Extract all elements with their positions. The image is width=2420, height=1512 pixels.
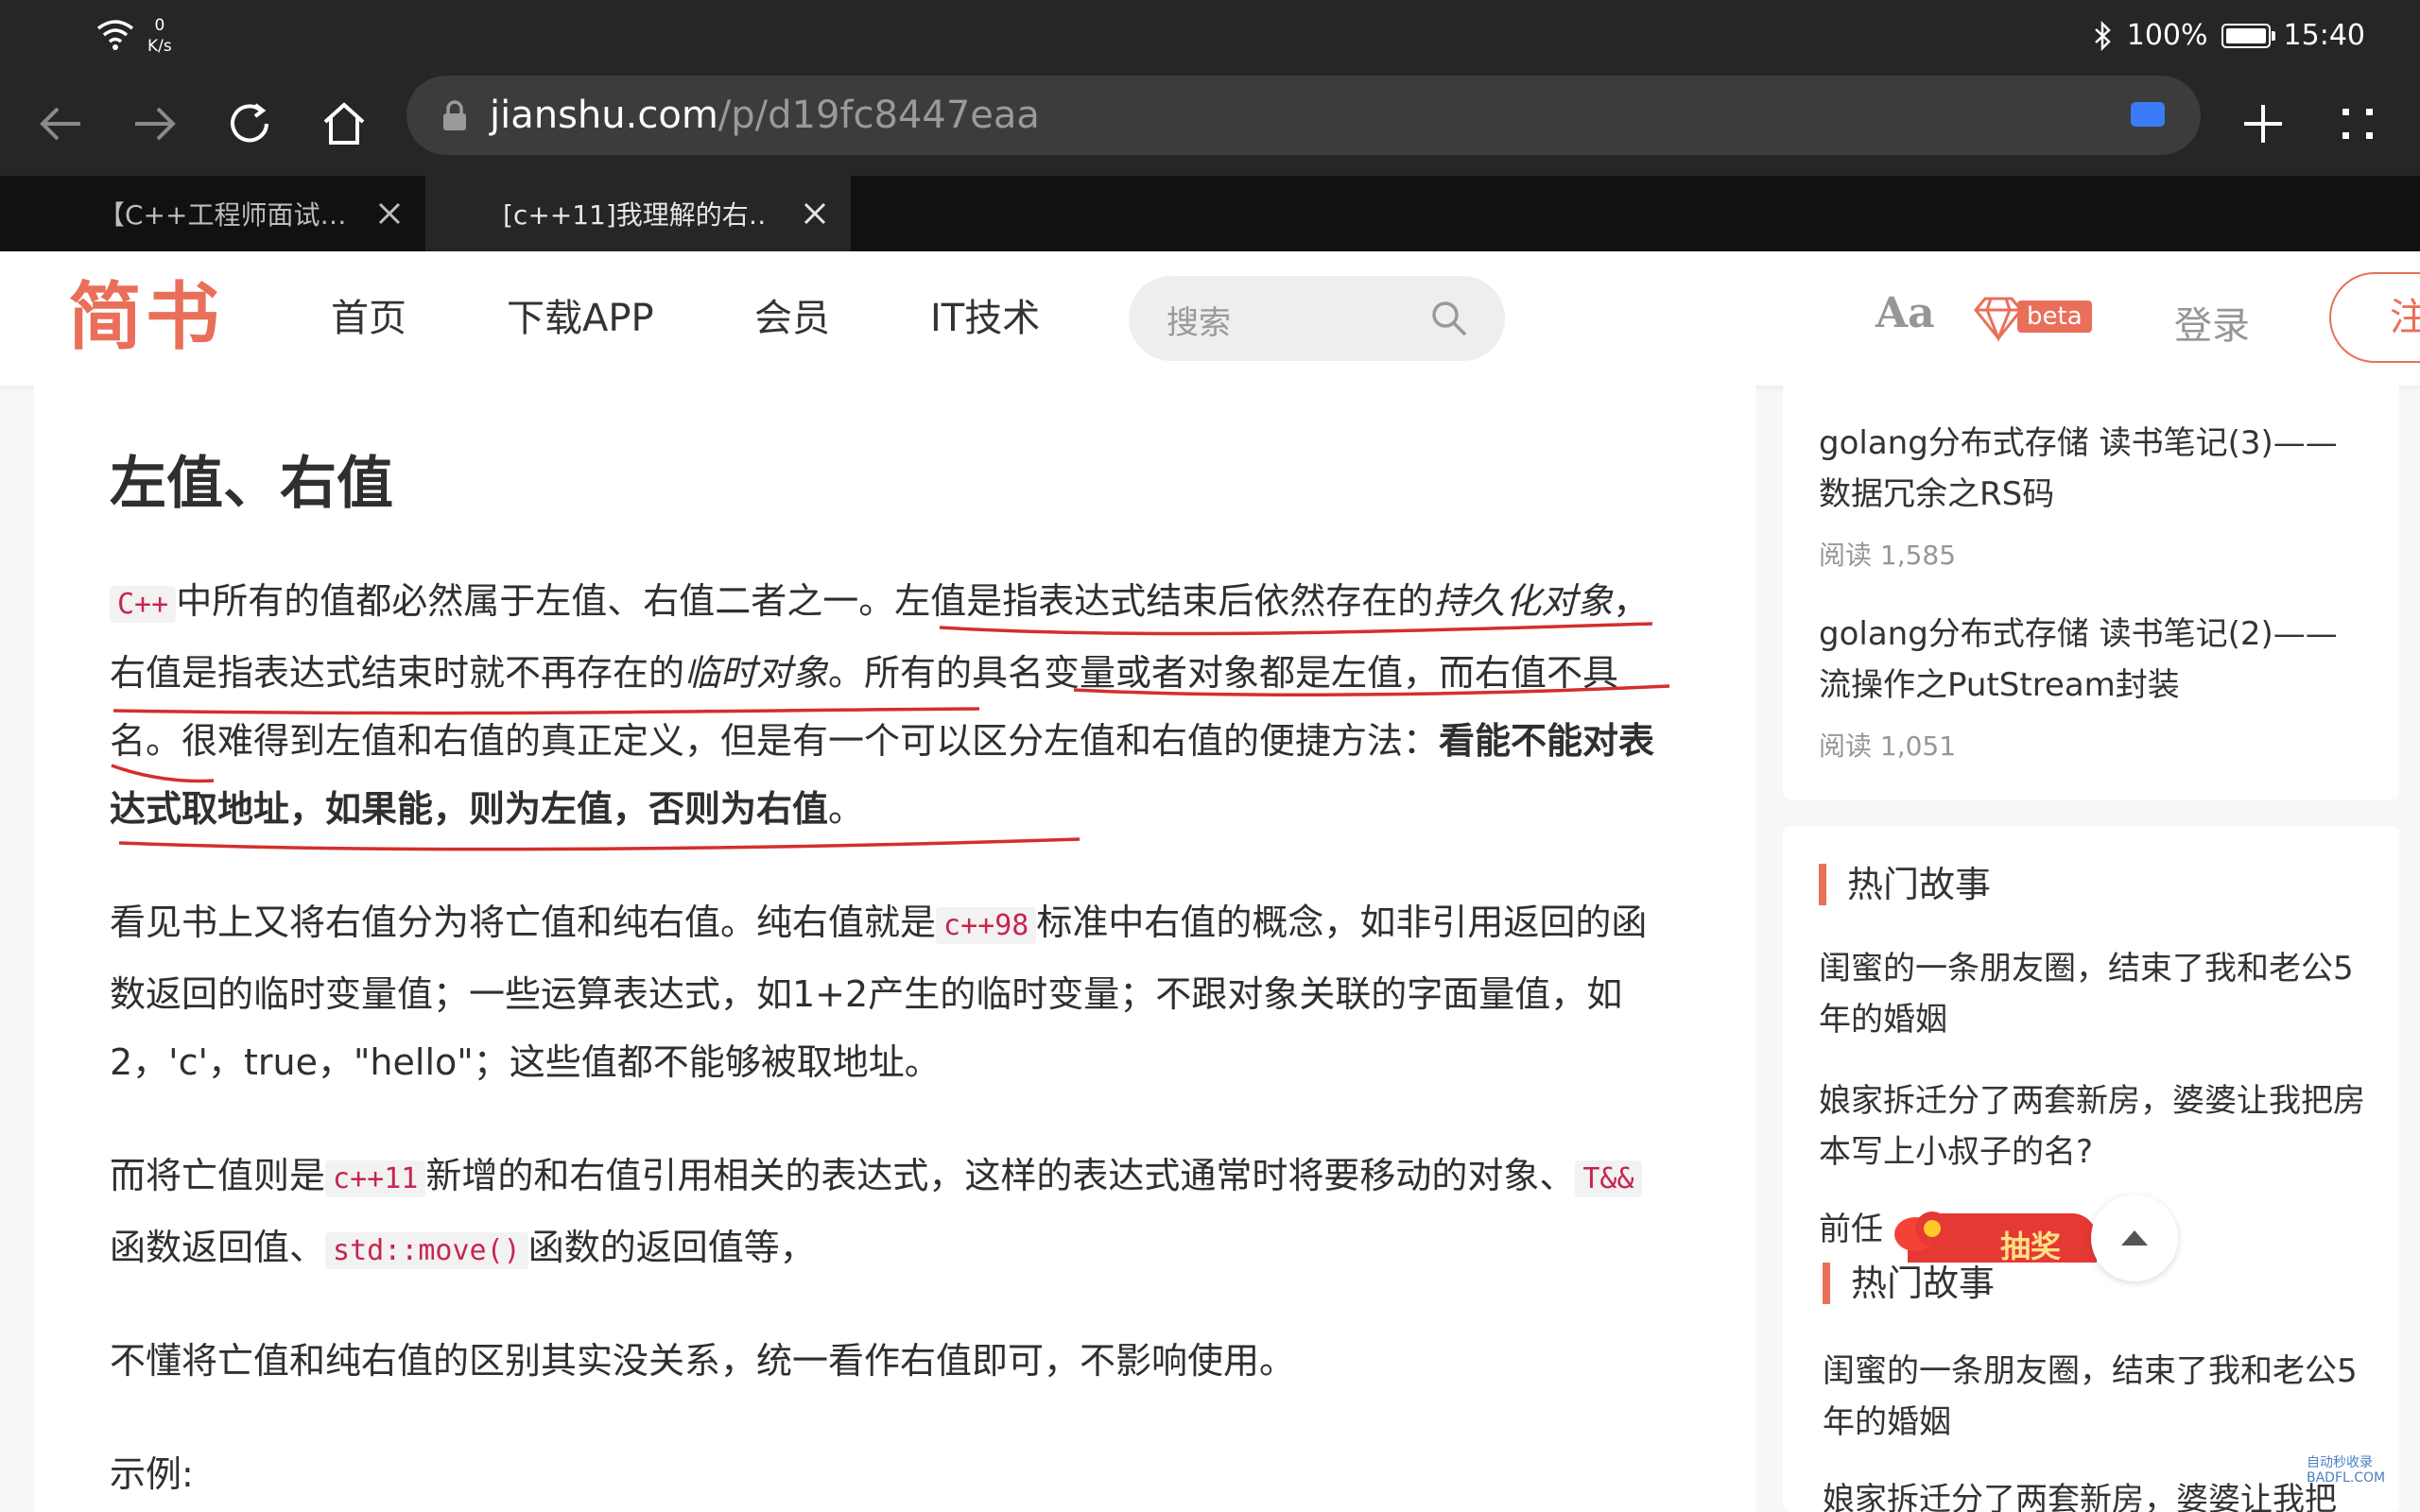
font-size-toggle[interactable]: Aa: [1876, 289, 1935, 337]
paragraph-1: C++ 中所有的值都必然属于左值、右值二者之一。左值是指表达式结束后依然存在的持久…: [110, 567, 1669, 843]
italic-span: 持久化对象: [1433, 580, 1614, 622]
search-placeholder: 搜索: [1167, 304, 1231, 342]
story-link[interactable]: 闺蜜的一条朋友圈，结束了我和老公5年的婚姻: [1819, 943, 2367, 1045]
text-span: 函数返回值、: [110, 1227, 326, 1268]
battery-percent: 100%: [2126, 19, 2208, 52]
search-box[interactable]: 搜索: [1129, 276, 1505, 361]
related-article-link[interactable]: golang分布式存储 读书笔记(2)——流操作之PutStream封装: [1819, 609, 2367, 711]
story-link[interactable]: 闺蜜的一条朋友圈，结束了我和老公5年的婚姻: [1823, 1346, 2371, 1448]
back-to-top-button[interactable]: [2091, 1194, 2178, 1281]
search-icon[interactable]: [1429, 299, 1469, 338]
beta-diamond-button[interactable]: beta: [1972, 295, 2095, 344]
inline-code: c++98: [936, 907, 1037, 944]
lucky-draw-badge[interactable]: 抽奖: [1891, 1202, 2099, 1264]
related-articles-card: golang分布式存储 读书笔记(3)——数据冗余之RS码 阅读 1,585 g…: [1783, 386, 2399, 799]
reload-icon: [231, 103, 268, 143]
login-link[interactable]: 登录: [2174, 295, 2250, 350]
lock-icon: [443, 100, 466, 130]
paragraph-4: 不懂将亡值和纯右值的区别其实没关系，统一看作右值即可，不影响使用。: [110, 1340, 1296, 1382]
tab-2[interactable]: [c++11]我理解的右…: [425, 176, 851, 251]
plus-icon: [2244, 105, 2282, 143]
clock: 15:40: [2283, 19, 2365, 52]
nav-home[interactable]: 首页: [331, 293, 406, 344]
site-logo[interactable]: 简书: [68, 272, 223, 363]
site-header: 简书 首页 下载APP 会员 IT技术 搜索 Aa beta 登录 注册: [0, 251, 2420, 386]
reload-button[interactable]: [221, 95, 278, 152]
wifi-icon: [96, 20, 134, 50]
grid-dots-icon: [2342, 109, 2373, 139]
status-right: 100% 15:40: [2093, 19, 2365, 52]
paragraph-5: 示例:: [110, 1453, 194, 1495]
new-tab-button[interactable]: [2235, 95, 2291, 152]
home-icon: [323, 102, 365, 145]
battery-level: [2225, 27, 2266, 43]
url-path: /p/d19fc8447eaa: [717, 94, 1040, 137]
url-domain: jianshu.com: [490, 94, 718, 137]
inline-code: c++11: [325, 1160, 426, 1197]
home-button[interactable]: [316, 95, 372, 152]
watermark-text: 自动秒收录: [2307, 1455, 2373, 1470]
story-link[interactable]: 娘家拆迁分了两套新房，婆婆让我把: [1823, 1474, 2371, 1512]
url-text[interactable]: jianshu.com/p/d19fc8447eaa: [490, 93, 1040, 138]
back-button[interactable]: [32, 95, 89, 152]
inline-code: T&&: [1575, 1160, 1642, 1197]
article-body: 左值、右值 C++ 中所有的值都必然属于左值、右值二者之一。左值是指表达式结束后依…: [34, 386, 1756, 1512]
screen-cast-icon[interactable]: [2129, 98, 2167, 130]
related-article-reads: 阅读 1,585: [1819, 540, 1957, 571]
related-article-link[interactable]: golang分布式存储 读书笔记(3)——数据冗余之RS码: [1819, 418, 2367, 520]
beta-badge: beta: [2017, 301, 2092, 333]
red-envelope-icon: [1894, 1211, 1949, 1251]
text-span: 看见书上又将右值分为将亡值和纯右值。纯右值就是: [110, 902, 937, 943]
nav-membership[interactable]: 会员: [754, 293, 830, 344]
story-link[interactable]: 娘家拆迁分了两套新房，婆婆让我把房本写上小叔子的名?: [1819, 1075, 2367, 1177]
forward-button[interactable]: [127, 95, 183, 152]
text-span: 新增的和右值引用相关的表达式，这样的表达式通常时将要移动的对象、: [425, 1155, 1576, 1196]
text-span: 。: [828, 788, 865, 830]
menu-button[interactable]: [2329, 95, 2386, 152]
text-span: 中所有的值都必然属于左值、右值二者之一。左值是指表达式结束后依然存在的: [176, 580, 1434, 622]
nav-download-app[interactable]: 下载APP: [507, 293, 654, 344]
register-button[interactable]: 注册: [2329, 272, 2420, 363]
address-bar[interactable]: jianshu.com/p/d19fc8447eaa: [406, 76, 2201, 155]
status-bar: 0 K/s 100% 15:40: [0, 0, 2420, 72]
network-speed-unit: K/s: [147, 37, 172, 56]
network-speed-value: 0: [154, 16, 165, 35]
hot-stories-title: 热门故事: [1819, 864, 1991, 905]
network-speed: 0 K/s: [147, 15, 172, 57]
close-icon[interactable]: [376, 200, 403, 227]
section-heading: 左值、右值: [110, 451, 393, 517]
text-span: 而将亡值则是: [110, 1155, 326, 1196]
text-span: 函数的返回值等，: [527, 1227, 816, 1268]
inline-code: C++: [110, 586, 177, 623]
bluetooth-icon: [2094, 20, 2111, 51]
arrow-left-icon: [40, 107, 80, 141]
hot-stories-title: 热门故事: [1823, 1263, 1995, 1304]
battery-icon: [2221, 23, 2275, 48]
italic-span: 临时对象: [684, 652, 829, 694]
close-icon[interactable]: [802, 200, 828, 227]
tab-1[interactable]: 【C++工程师面试…: [0, 176, 425, 251]
caret-up-icon: [2121, 1230, 2148, 1246]
hot-stories-card: 热门故事 闺蜜的一条朋友圈，结束了我和老公5年的婚姻 娘家拆迁分了两套新房，婆婆…: [1783, 826, 2399, 1512]
arrow-right-icon: [135, 107, 176, 141]
tab-1-title: 【C++工程师面试…: [98, 199, 347, 231]
paragraph-3: 而将亡值则是 c++11 新增的和右值引用相关的表达式，这样的表达式通常时将要移动的…: [110, 1142, 1669, 1285]
related-article-reads: 阅读 1,051: [1819, 730, 1957, 762]
status-left: 0 K/s: [95, 15, 172, 57]
tab-strip: 【C++工程师面试… [c++11]我理解的右…: [0, 176, 2420, 251]
paragraph-2: 看见书上又将右值分为将亡值和纯右值。纯右值就是 c++98 标准中右值的概念，如非引…: [110, 888, 1669, 1096]
inline-code: std::move(): [325, 1232, 528, 1269]
watermark-text: BADFL.COM: [2307, 1470, 2386, 1486]
lucky-draw-label: 抽奖: [2000, 1228, 2062, 1264]
nav-it-tech[interactable]: IT技术: [930, 293, 1040, 344]
watermark: 自动秒收录 BADFL.COM: [2307, 1455, 2411, 1493]
tab-2-title: [c++11]我理解的右…: [503, 199, 768, 231]
